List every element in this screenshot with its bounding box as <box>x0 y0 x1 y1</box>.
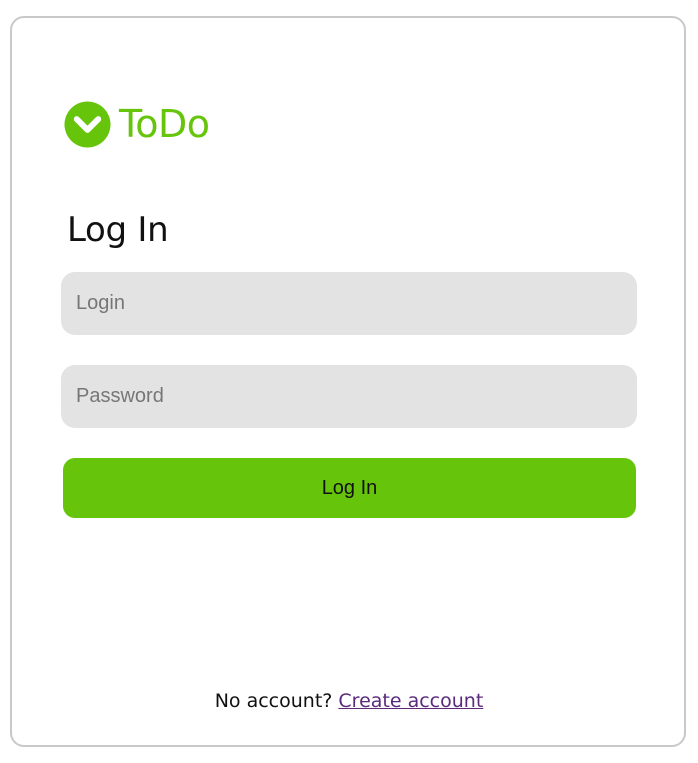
login-button[interactable]: Log In <box>63 458 636 518</box>
signup-prompt: No account? <box>214 690 333 712</box>
page-title: Log In <box>67 210 169 250</box>
check-circle-icon <box>64 100 111 148</box>
login-input[interactable] <box>61 272 637 335</box>
brand-name: ToDo <box>119 102 210 146</box>
brand-logo: ToDo <box>64 100 210 148</box>
signup-row: No account? Create account <box>0 688 698 714</box>
create-account-link[interactable]: Create account <box>338 690 483 712</box>
password-input[interactable] <box>61 365 637 428</box>
